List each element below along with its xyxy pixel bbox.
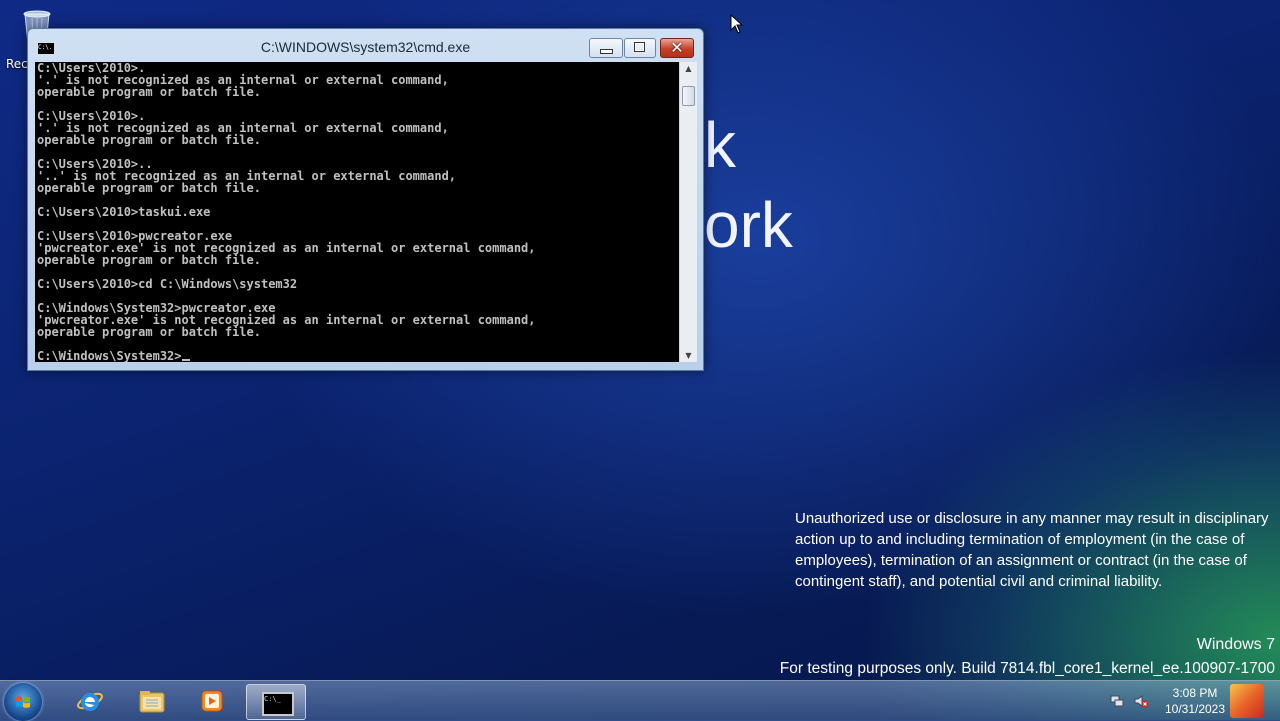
clock[interactable]: 3:08 PM 10/31/2023: [1162, 685, 1228, 717]
internet-explorer-button[interactable]: [62, 684, 116, 718]
media-player-icon: [201, 690, 223, 712]
volume-muted-icon[interactable]: [1133, 693, 1149, 709]
wallpaper-text-2: ork: [704, 189, 793, 261]
title-bar[interactable]: C:\. C:\WINDOWS\system32\cmd.exe ✕: [28, 29, 703, 61]
console-line: operable program or batch file.: [37, 253, 261, 267]
console-line: operable program or batch file.: [37, 133, 261, 147]
show-desktop-button[interactable]: [1230, 684, 1264, 718]
text-cursor: [181, 359, 190, 361]
close-icon: ✕: [670, 38, 684, 57]
minimize-icon: [600, 49, 613, 54]
console-prompt: C:\Windows\System32>: [37, 349, 182, 362]
scrollbar-thumb[interactable]: [682, 86, 695, 106]
console-prompt-line[interactable]: C:\Windows\System32>: [35, 350, 679, 362]
console-line: C:\Users\2010>taskui.exe: [37, 205, 211, 219]
clock-date: 10/31/2023: [1164, 702, 1226, 716]
close-button[interactable]: ✕: [660, 38, 694, 58]
cmd-taskbar-button[interactable]: C:\_: [246, 684, 306, 720]
vertical-scrollbar[interactable]: ▲ ▼: [679, 62, 697, 362]
media-player-button[interactable]: [184, 684, 238, 718]
system-tray: 3:08 PM 10/31/2023: [1105, 681, 1280, 721]
console-line: operable program or batch file.: [37, 181, 261, 195]
maximize-button[interactable]: [624, 38, 656, 58]
maximize-icon: [634, 42, 645, 52]
cmd-window[interactable]: C:\. C:\WINDOWS\system32\cmd.exe ✕ C:\Us…: [27, 28, 704, 371]
windows-version: Windows 7: [1196, 636, 1275, 653]
build-watermark: For testing purposes only. Build 7814.fb…: [779, 660, 1275, 677]
console-line: operable program or batch file.: [37, 325, 261, 339]
console-output[interactable]: C:\Users\2010>. '.' is not recognized as…: [35, 62, 679, 362]
windows-logo-icon: [16, 696, 30, 708]
mouse-pointer-icon: [730, 13, 744, 34]
taskbar: C:\_ 3:08 PM 10/31/2023: [0, 680, 1280, 721]
clock-time: 3:08 PM: [1172, 686, 1218, 700]
windows-explorer-button[interactable]: [124, 684, 178, 718]
scroll-up-arrow-icon[interactable]: ▲: [680, 64, 697, 73]
internet-explorer-icon: [77, 692, 103, 711]
wallpaper-text-1: k: [704, 109, 736, 181]
cmd-icon: C:\_: [262, 692, 294, 716]
console-line: C:\Users\2010>cd C:\Windows\system32: [37, 277, 298, 291]
scroll-down-arrow-icon[interactable]: ▼: [680, 351, 697, 360]
start-button[interactable]: [4, 683, 42, 721]
console-line: operable program or batch file.: [37, 85, 261, 99]
legal-notice: Unauthorized use or disclosure in any ma…: [795, 510, 1269, 590]
network-icon[interactable]: [1109, 693, 1125, 709]
folder-icon: [139, 691, 165, 713]
minimize-button[interactable]: [589, 38, 623, 58]
